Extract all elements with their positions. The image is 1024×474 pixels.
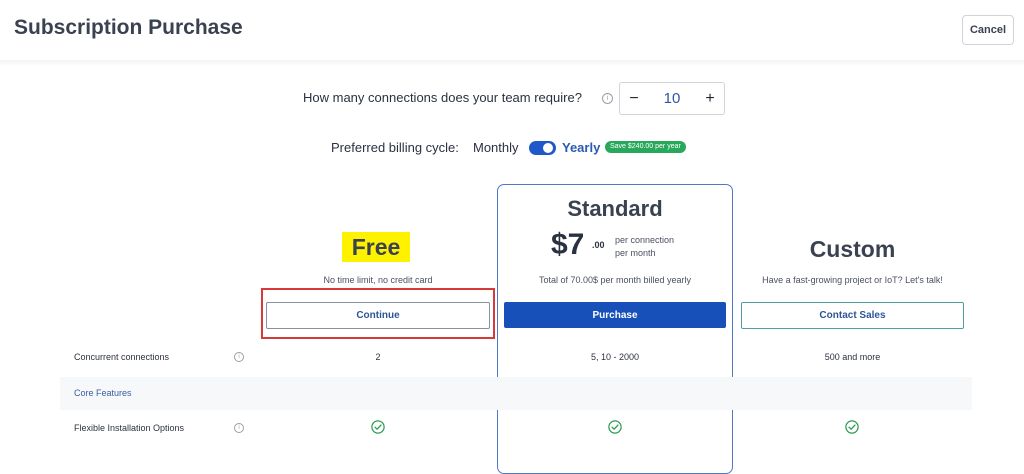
free-concurrent-value: 2 bbox=[375, 352, 381, 362]
standard-plan-name: Standard bbox=[567, 196, 663, 221]
free-plan-subtitle: No time limit, no credit card bbox=[323, 275, 433, 285]
yearly-option-label[interactable]: Yearly bbox=[562, 140, 600, 155]
free-plan-name: Free bbox=[351, 234, 401, 260]
standard-price-cents: .00 bbox=[592, 240, 605, 250]
toggle-knob bbox=[543, 143, 553, 153]
increment-button[interactable]: + bbox=[696, 83, 724, 114]
standard-price-period: per month bbox=[615, 248, 656, 258]
concurrent-connections-label: Concurrent connections bbox=[74, 352, 170, 362]
custom-concurrent-value: 500 and more bbox=[824, 352, 881, 362]
core-features-section bbox=[60, 377, 972, 410]
connections-question: How many connections does your team requ… bbox=[303, 90, 582, 105]
savings-badge: Save $240.00 per year bbox=[605, 141, 686, 153]
decrement-button[interactable]: − bbox=[620, 83, 648, 114]
check-icon bbox=[371, 420, 385, 434]
custom-plan-name: Custom bbox=[809, 236, 896, 262]
page-title: Subscription Purchase bbox=[14, 16, 243, 39]
info-icon[interactable]: i bbox=[234, 352, 244, 362]
header-divider bbox=[0, 60, 1024, 66]
standard-concurrent-value: 5, 10 - 2000 bbox=[590, 352, 640, 362]
standard-price: $7 bbox=[551, 228, 585, 261]
purchase-button[interactable]: Purchase bbox=[504, 302, 726, 328]
connections-count-input[interactable]: 10 bbox=[650, 90, 694, 107]
monthly-option-label[interactable]: Monthly bbox=[473, 140, 519, 155]
check-icon bbox=[845, 420, 859, 434]
cancel-button[interactable]: Cancel bbox=[962, 15, 1014, 45]
check-icon bbox=[608, 420, 622, 434]
info-icon[interactable]: i bbox=[234, 423, 244, 433]
standard-price-unit: per connection bbox=[615, 235, 675, 245]
info-icon[interactable]: i bbox=[602, 93, 613, 104]
contact-sales-button[interactable]: Contact Sales bbox=[741, 302, 964, 329]
core-features-heading: Core Features bbox=[74, 388, 132, 398]
custom-plan-subtitle: Have a fast-growing project or IoT? Let'… bbox=[762, 275, 943, 285]
billing-cycle-label: Preferred billing cycle: bbox=[331, 140, 459, 155]
continue-button[interactable]: Continue bbox=[266, 302, 490, 329]
flexible-installation-label: Flexible Installation Options bbox=[74, 423, 185, 433]
standard-plan-subtitle: Total of 70.00$ per month billed yearly bbox=[538, 275, 692, 285]
